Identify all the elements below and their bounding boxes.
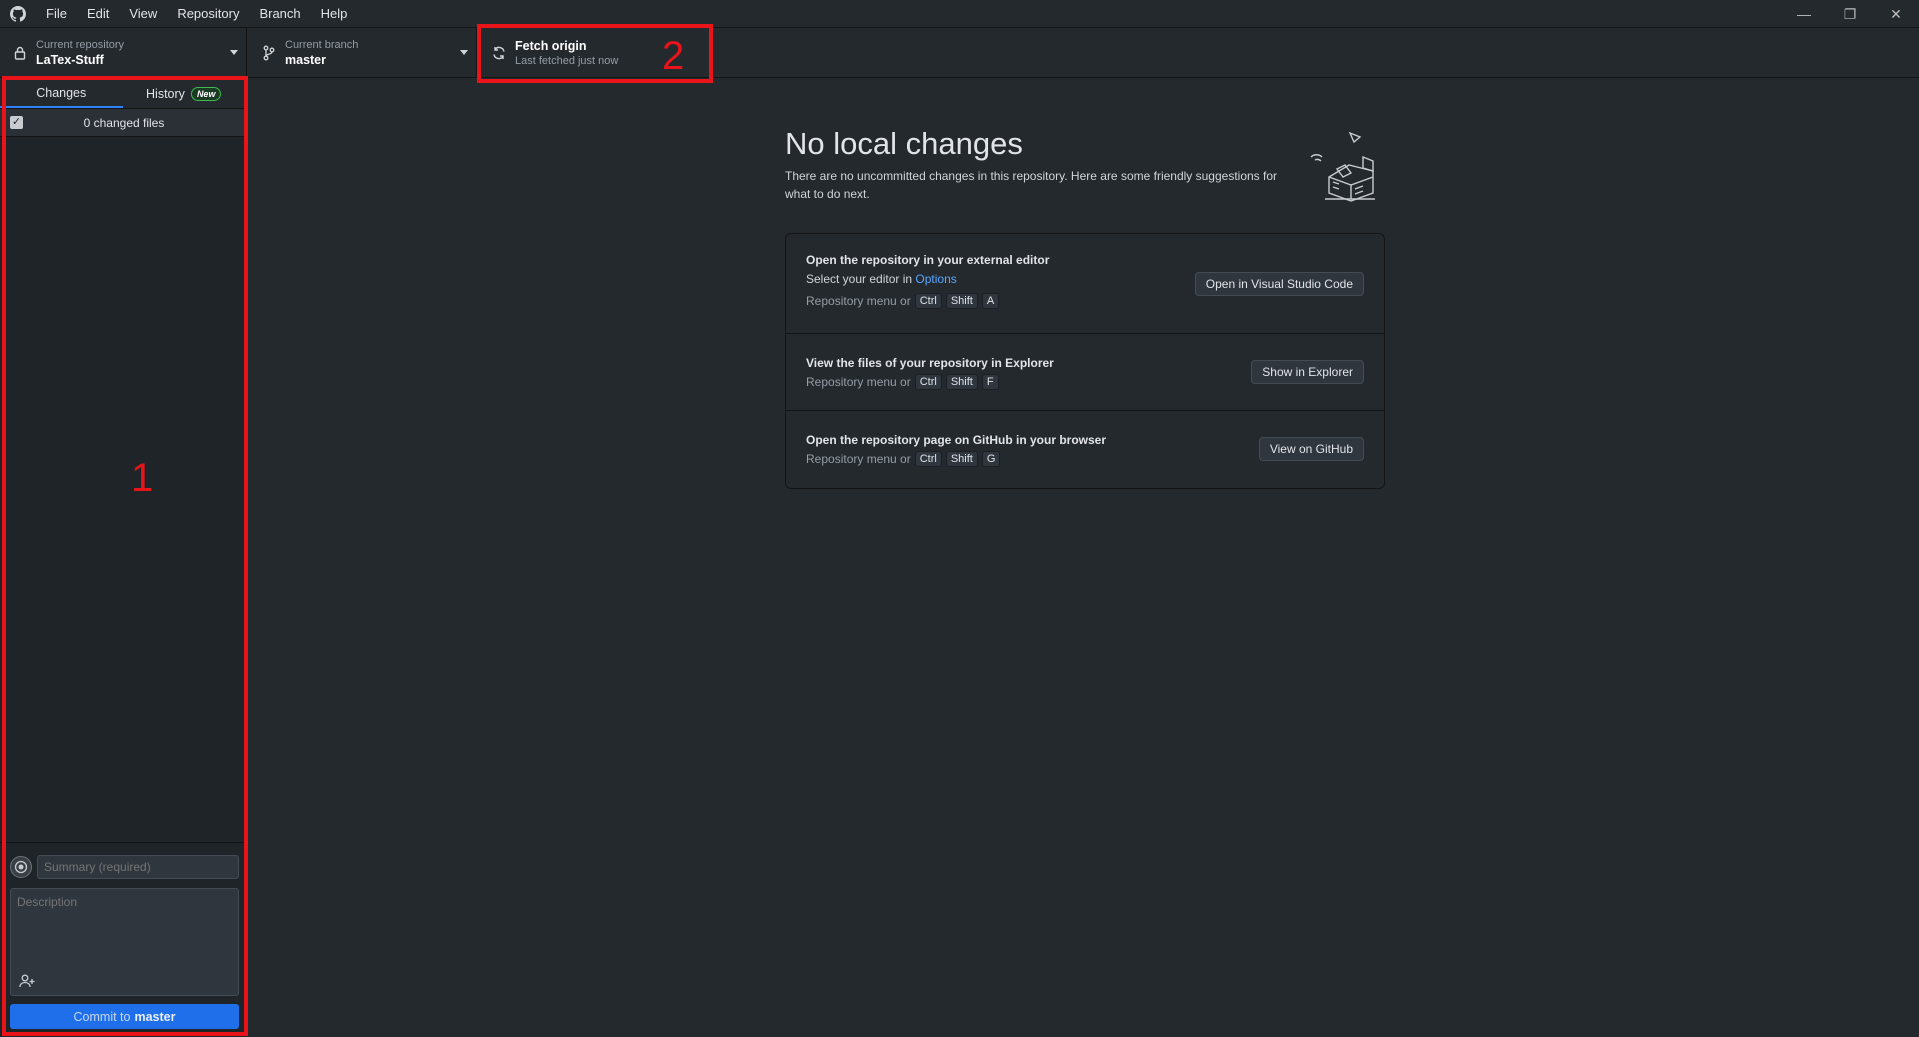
- suggestion-shortcut: Repository menu or Ctrl Shift A: [806, 293, 1000, 309]
- menu-edit[interactable]: Edit: [77, 0, 119, 28]
- changes-sidebar: Changes History New ✓ 0 changed files Co…: [0, 79, 246, 1037]
- commit-description-box: [10, 888, 239, 996]
- suggestion-title: Open the repository page on GitHub in yo…: [806, 433, 1107, 447]
- commit-description-input[interactable]: [11, 889, 238, 969]
- menu-view[interactable]: View: [119, 0, 167, 28]
- commit-area: Commit to master: [0, 842, 246, 1037]
- main-content: No local changes There are no uncommitte…: [247, 79, 1919, 1037]
- suggestions-panel: Open the repository in your external edi…: [785, 233, 1385, 489]
- kbd-key: A: [981, 293, 1000, 309]
- lock-icon: [10, 46, 30, 60]
- tab-changes-label: Changes: [36, 85, 87, 100]
- suggestion-editor-text: Select your editor in: [806, 272, 913, 286]
- current-repository-value: LaTex-Stuff: [36, 53, 104, 67]
- commit-button[interactable]: Commit to master: [10, 1004, 239, 1029]
- options-link[interactable]: Options: [915, 272, 956, 286]
- toolbar: Current repository LaTex-Stuff Current b…: [0, 28, 1919, 78]
- window-controls: — ❐ ✕: [1781, 0, 1919, 28]
- commit-button-prefix: Commit to: [73, 1009, 131, 1024]
- chevron-down-icon: [460, 50, 468, 55]
- kbd-key: G: [981, 451, 1001, 467]
- menu-repository[interactable]: Repository: [167, 0, 249, 28]
- fetch-origin-subtitle: Last fetched just now: [515, 55, 619, 67]
- github-logo-icon: [0, 0, 36, 28]
- commit-button-branch: master: [134, 1009, 176, 1024]
- page-title: No local changes: [785, 126, 1023, 161]
- branch-icon: [259, 45, 279, 61]
- current-branch-label: Current branch: [285, 39, 359, 51]
- changes-header: ✓ 0 changed files: [0, 109, 245, 137]
- suggestion-open-editor: Open the repository in your external edi…: [786, 234, 1384, 334]
- show-in-explorer-button[interactable]: Show in Explorer: [1251, 360, 1364, 384]
- current-branch-button[interactable]: Current branch master: [247, 28, 477, 78]
- suggestion-shortcut: Repository menu or Ctrl Shift G: [806, 451, 1001, 467]
- kbd-ctrl: Ctrl: [914, 293, 942, 309]
- kbd-shift: Shift: [945, 293, 978, 309]
- tab-history-label: History: [146, 86, 185, 101]
- restore-icon[interactable]: ❐: [1827, 0, 1873, 28]
- kbd-key: F: [981, 374, 999, 390]
- empty-state-illustration: [1307, 127, 1387, 205]
- suggestion-shortcut: Repository menu or Ctrl Shift F: [806, 374, 999, 390]
- suggestion-view-github: Open the repository page on GitHub in yo…: [786, 411, 1384, 488]
- annotation-label-2: 2: [662, 34, 685, 78]
- sync-icon: [489, 46, 509, 60]
- menu-branch[interactable]: Branch: [249, 0, 310, 28]
- menu-help[interactable]: Help: [311, 0, 358, 28]
- current-branch-value: master: [285, 53, 326, 67]
- current-repository-button[interactable]: Current repository LaTex-Stuff: [0, 28, 247, 78]
- menu-bar: File Edit View Repository Branch Help: [36, 0, 357, 28]
- view-on-github-button[interactable]: View on GitHub: [1258, 437, 1364, 461]
- avatar: [10, 856, 32, 878]
- new-badge: New: [190, 86, 222, 101]
- tab-changes[interactable]: Changes: [0, 79, 123, 108]
- fetch-origin-title: Fetch origin: [515, 39, 587, 53]
- menu-file[interactable]: File: [36, 0, 77, 28]
- shortcut-prefix: Repository menu or: [806, 375, 911, 389]
- suggestion-title: Open the repository in your external edi…: [806, 253, 1050, 267]
- kbd-shift: Shift: [945, 451, 978, 467]
- close-icon[interactable]: ✕: [1873, 0, 1919, 28]
- title-bar: File Edit View Repository Branch Help — …: [0, 0, 1919, 28]
- current-repository-label: Current repository: [36, 39, 125, 51]
- kbd-ctrl: Ctrl: [914, 451, 942, 467]
- kbd-ctrl: Ctrl: [914, 374, 942, 390]
- commit-summary-input[interactable]: [37, 855, 239, 879]
- suggestion-show-explorer: View the files of your repository in Exp…: [786, 334, 1384, 411]
- annotation-label-1: 1: [131, 456, 154, 500]
- sidebar-tabs: Changes History New: [0, 79, 245, 109]
- add-coauthor-icon[interactable]: [17, 973, 37, 989]
- shortcut-prefix: Repository menu or: [806, 294, 911, 308]
- page-description: There are no uncommitted changes in this…: [785, 169, 1278, 201]
- chevron-down-icon: [230, 50, 238, 55]
- minimize-icon[interactable]: —: [1781, 0, 1827, 28]
- shortcut-prefix: Repository menu or: [806, 452, 911, 466]
- summary-row: [10, 855, 239, 879]
- select-all-checkbox[interactable]: ✓: [10, 116, 23, 129]
- kbd-shift: Shift: [945, 374, 978, 390]
- suggestion-title: View the files of your repository in Exp…: [806, 356, 1054, 370]
- open-in-editor-button[interactable]: Open in Visual Studio Code: [1194, 272, 1364, 296]
- suggestion-editor-line: Select your editor in Options: [806, 272, 957, 286]
- changed-files-count: 0 changed files: [83, 115, 165, 130]
- tab-history[interactable]: History New: [123, 79, 246, 108]
